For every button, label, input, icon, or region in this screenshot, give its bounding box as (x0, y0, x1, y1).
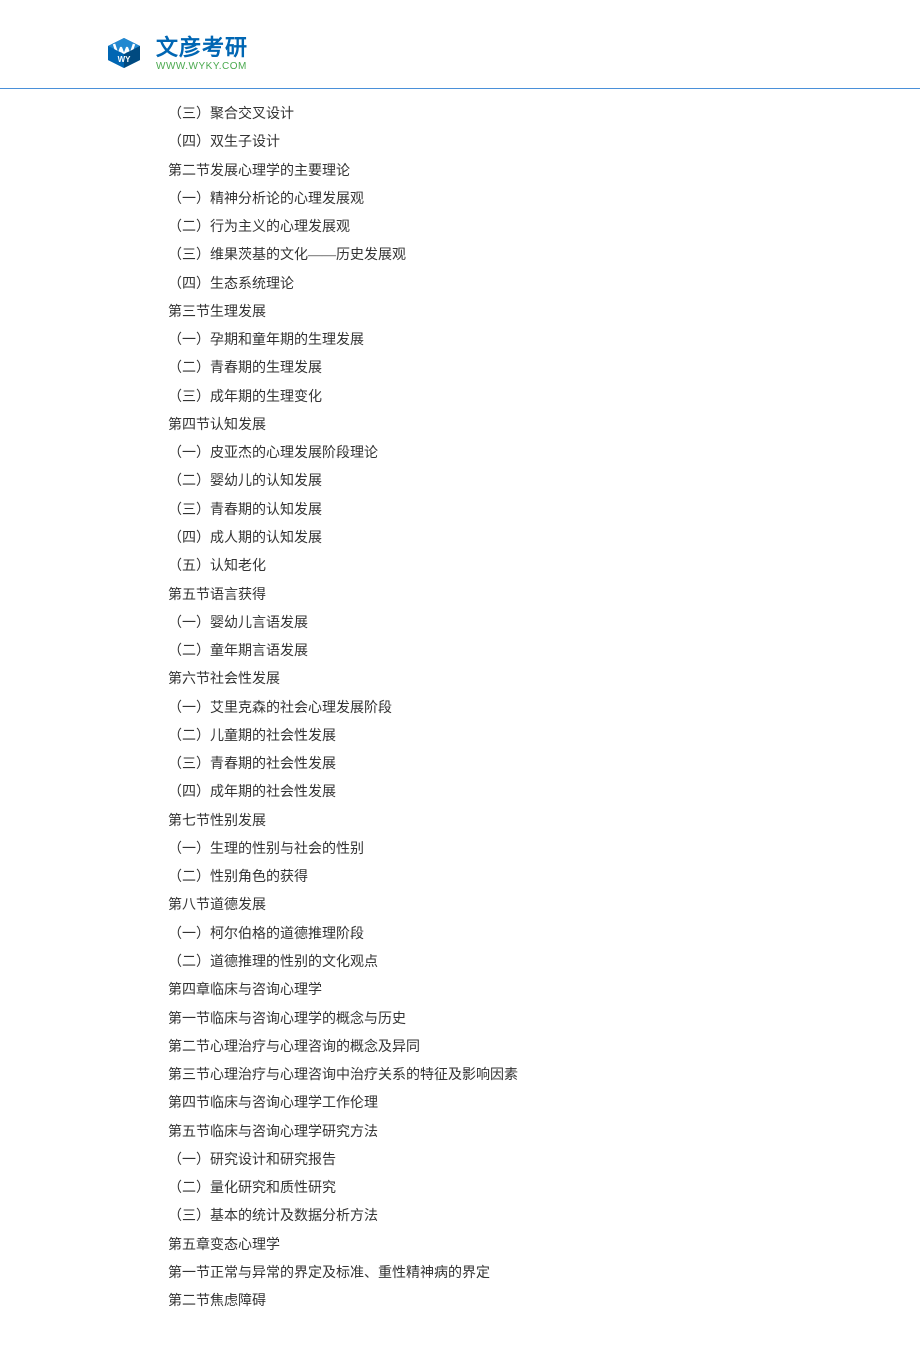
outline-line: 第八节道德发展 (168, 892, 920, 920)
logo-text: 文彦考研 WWW.WYKY.COM (156, 36, 248, 71)
outline-line: （二）性别角色的获得 (168, 864, 920, 892)
outline-line: （一）孕期和童年期的生理发展 (168, 327, 920, 355)
outline-line: 第三节心理治疗与心理咨询中治疗关系的特征及影响因素 (168, 1062, 920, 1090)
outline-line: 第一节临床与咨询心理学的概念与历史 (168, 1006, 920, 1034)
outline-line: 第二节焦虑障碍 (168, 1288, 920, 1316)
outline-line: （一）柯尔伯格的道德推理阶段 (168, 921, 920, 949)
outline-line: （一）生理的性别与社会的性别 (168, 836, 920, 864)
logo: WY 文彦考研 WWW.WYKY.COM (100, 30, 920, 78)
outline-line: 第二节发展心理学的主要理论 (168, 158, 920, 186)
outline-line: 第四章临床与咨询心理学 (168, 977, 920, 1005)
outline-line: 第五节语言获得 (168, 582, 920, 610)
outline-line: （一）精神分析论的心理发展观 (168, 186, 920, 214)
outline-line: （二）量化研究和质性研究 (168, 1175, 920, 1203)
outline-line: （四）成年期的社会性发展 (168, 779, 920, 807)
outline-line: （一）皮亚杰的心理发展阶段理论 (168, 440, 920, 468)
outline-line: （三）维果茨基的文化——历史发展观 (168, 242, 920, 270)
outline-line: 第四节认知发展 (168, 412, 920, 440)
outline-line: 第七节性别发展 (168, 808, 920, 836)
outline-line: （四）成人期的认知发展 (168, 525, 920, 553)
outline-line: （二）儿童期的社会性发展 (168, 723, 920, 751)
outline-line: （三）成年期的生理变化 (168, 384, 920, 412)
outline-content: （三）聚合交叉设计 （四）双生子设计 第二节发展心理学的主要理论 （一）精神分析… (0, 89, 920, 1356)
outline-line: 第三节生理发展 (168, 299, 920, 327)
outline-line: （三）基本的统计及数据分析方法 (168, 1203, 920, 1231)
outline-line: （一）艾里克森的社会心理发展阶段 (168, 695, 920, 723)
outline-line: （三）青春期的认知发展 (168, 497, 920, 525)
outline-line: 第六节社会性发展 (168, 666, 920, 694)
outline-line: （三）聚合交叉设计 (168, 101, 920, 129)
outline-line: （三）青春期的社会性发展 (168, 751, 920, 779)
page-header: WY 文彦考研 WWW.WYKY.COM (0, 0, 920, 89)
outline-line: （一）研究设计和研究报告 (168, 1147, 920, 1175)
svg-text:WY: WY (118, 55, 132, 64)
logo-icon: WY (100, 30, 148, 78)
outline-line: （二）婴幼儿的认知发展 (168, 468, 920, 496)
outline-line: 第五节临床与咨询心理学研究方法 (168, 1119, 920, 1147)
outline-line: （五）认知老化 (168, 553, 920, 581)
outline-line: （二）行为主义的心理发展观 (168, 214, 920, 242)
outline-line: 第四节临床与咨询心理学工作伦理 (168, 1090, 920, 1118)
outline-line: （四）生态系统理论 (168, 271, 920, 299)
outline-line: 第五章变态心理学 (168, 1232, 920, 1260)
outline-line: （二）童年期言语发展 (168, 638, 920, 666)
outline-line: （二）青春期的生理发展 (168, 355, 920, 383)
outline-line: （二）道德推理的性别的文化观点 (168, 949, 920, 977)
outline-line: 第一节正常与异常的界定及标准、重性精神病的界定 (168, 1260, 920, 1288)
outline-line: （一）婴幼儿言语发展 (168, 610, 920, 638)
outline-line: 第二节心理治疗与心理咨询的概念及异同 (168, 1034, 920, 1062)
logo-subtitle: WWW.WYKY.COM (156, 61, 248, 72)
logo-title: 文彦考研 (156, 36, 248, 60)
outline-line: （四）双生子设计 (168, 129, 920, 157)
